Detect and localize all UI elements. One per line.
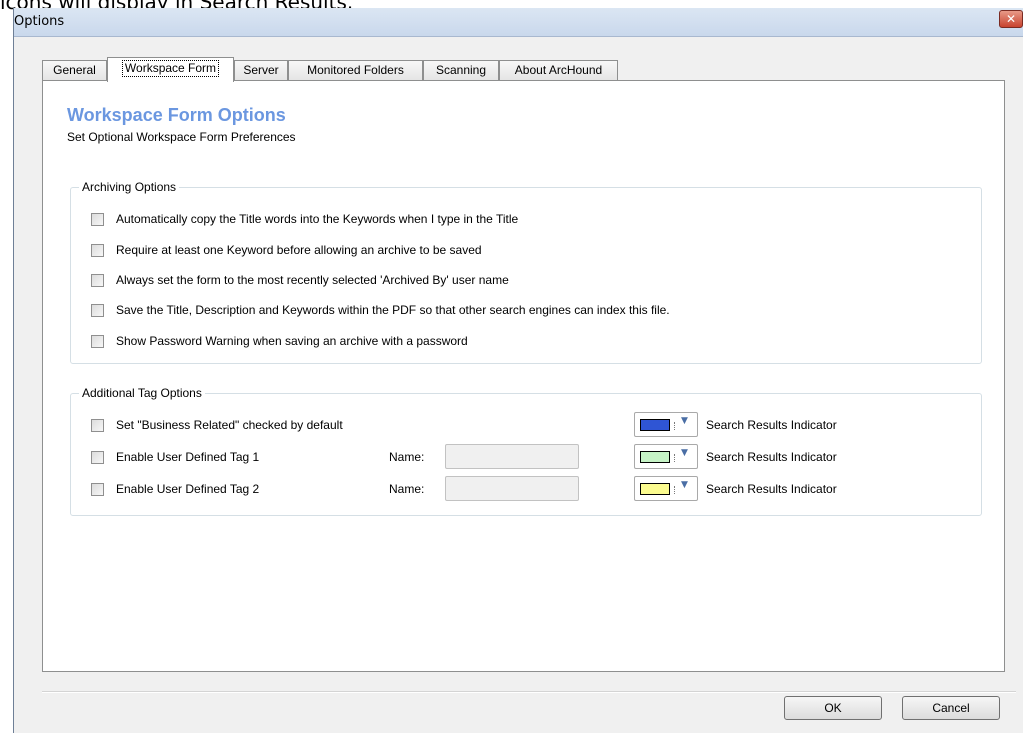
color-picker-tag-1[interactable]: ▼ — [634, 444, 698, 469]
tab-label: Scanning — [435, 63, 487, 77]
options-dialog: Options ✕ General Workspace Form Server … — [13, 8, 1023, 733]
indicator-label: Search Results Indicator — [706, 482, 837, 496]
color-swatch — [640, 451, 670, 463]
color-swatch — [640, 419, 670, 431]
checkbox-label: Set "Business Related" checked by defaul… — [116, 418, 343, 432]
checkbox-icon[interactable] — [91, 244, 104, 257]
close-button[interactable]: ✕ — [999, 10, 1023, 28]
tab-label: Workspace Form — [121, 60, 220, 77]
checkbox-icon[interactable] — [91, 213, 104, 226]
tab-label: Server — [243, 63, 279, 77]
checkbox-icon[interactable] — [91, 451, 104, 464]
checkbox-label: Require at least one Keyword before allo… — [116, 243, 482, 257]
tab-scanning[interactable]: Scanning — [423, 60, 499, 81]
checkbox-label: Enable User Defined Tag 2 — [116, 482, 260, 496]
checkbox-label: Enable User Defined Tag 1 — [116, 450, 260, 464]
checkbox-icon[interactable] — [91, 274, 104, 287]
checkbox-label: Show Password Warning when saving an arc… — [116, 334, 468, 348]
color-picker-business[interactable]: ▼ — [634, 412, 698, 437]
tab-general[interactable]: General — [42, 60, 107, 81]
checkbox-icon[interactable] — [91, 304, 104, 317]
window-title: Options — [14, 14, 65, 29]
footer-separator — [42, 691, 1016, 693]
chevron-down-icon: ▼ — [681, 448, 688, 458]
page-title: Workspace Form Options — [67, 105, 286, 125]
tab-workspace-form[interactable]: Workspace Form — [107, 57, 234, 82]
group-title: Additional Tag Options — [79, 386, 205, 400]
name-label: Name: — [389, 450, 425, 464]
checkbox-icon[interactable] — [91, 335, 104, 348]
tab-server[interactable]: Server — [234, 60, 288, 81]
picker-separator — [674, 486, 676, 494]
tab-label: Monitored Folders — [307, 63, 404, 77]
tag-2-name-field[interactable] — [445, 476, 579, 501]
title-bar: Options ✕ — [14, 8, 1023, 37]
chevron-down-icon: ▼ — [681, 416, 688, 426]
tag-1-name-field[interactable] — [445, 444, 579, 469]
tab-monitored-folders[interactable]: Monitored Folders — [288, 60, 423, 81]
checkbox-label: Automatically copy the Title words into … — [116, 212, 519, 226]
group-title: Archiving Options — [79, 180, 180, 194]
checkbox-icon[interactable] — [91, 419, 104, 432]
checkbox-label: Save the Title, Description and Keywords… — [116, 303, 670, 317]
chevron-down-icon: ▼ — [681, 480, 688, 490]
cancel-button[interactable]: Cancel — [902, 696, 1000, 720]
ok-button[interactable]: OK — [784, 696, 882, 720]
tab-label: About ArcHound — [514, 63, 603, 77]
tab-label: General — [53, 63, 96, 77]
archiving-options-group: Archiving Options Automatically copy the… — [70, 180, 982, 364]
color-swatch — [640, 483, 670, 495]
checkbox-icon[interactable] — [91, 483, 104, 496]
close-icon: ✕ — [1005, 12, 1017, 26]
workspace-form-panel: Workspace Form Options Set Optional Work… — [42, 80, 1005, 672]
tab-about-archound[interactable]: About ArcHound — [499, 60, 618, 81]
picker-separator — [674, 422, 676, 430]
additional-tag-options-group: Additional Tag Options Set "Business Rel… — [70, 386, 982, 516]
picker-separator — [674, 454, 676, 462]
name-label: Name: — [389, 482, 425, 496]
color-picker-tag-2[interactable]: ▼ — [634, 476, 698, 501]
checkbox-label: Always set the form to the most recently… — [116, 273, 509, 287]
page-subtitle: Set Optional Workspace Form Preferences — [67, 130, 296, 144]
indicator-label: Search Results Indicator — [706, 418, 837, 432]
indicator-label: Search Results Indicator — [706, 450, 837, 464]
